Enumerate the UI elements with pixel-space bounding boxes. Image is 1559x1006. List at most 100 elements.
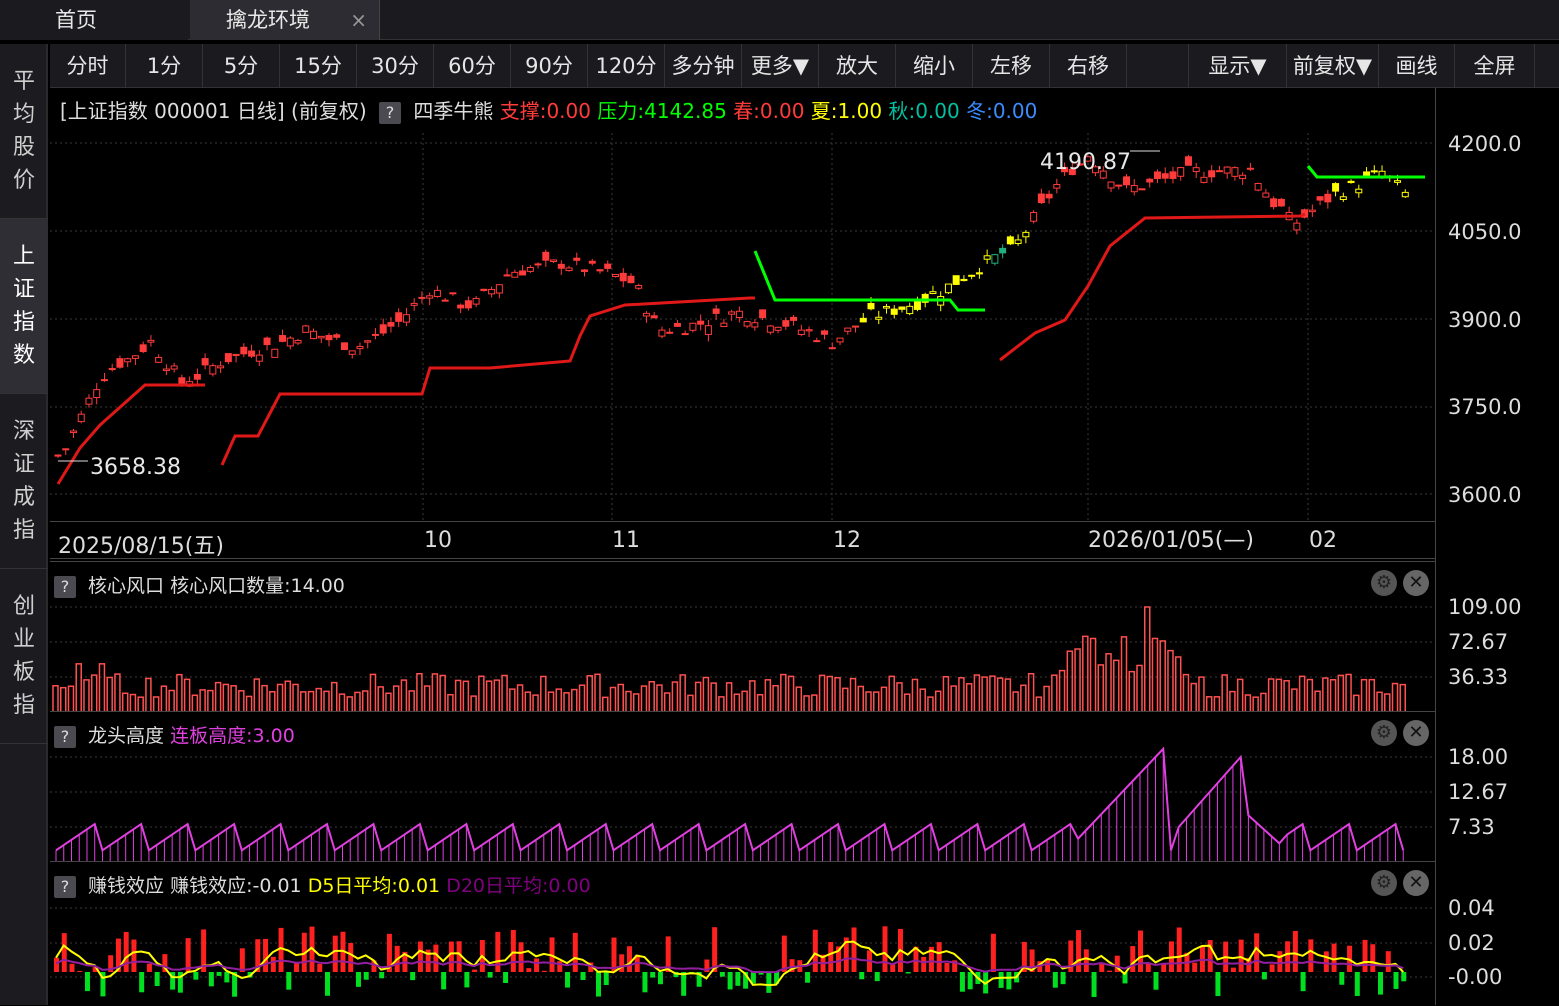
candle-body <box>1193 168 1199 172</box>
candle-body <box>853 326 859 327</box>
core-bar <box>1021 685 1026 712</box>
core-bar <box>223 684 228 712</box>
dragon-help-icon[interactable]: ? <box>54 726 76 748</box>
core-bar <box>796 687 801 712</box>
profit-bar <box>627 946 632 972</box>
candle-body <box>225 354 231 362</box>
core-bar <box>463 681 468 712</box>
tab-home[interactable]: 首页 <box>0 0 188 40</box>
toolbar-btn-10[interactable]: 放大 <box>819 44 896 88</box>
toolbar-btn-18[interactable]: 全屏 <box>1455 44 1535 88</box>
core-bar <box>53 686 58 712</box>
sidebar-item-sz-index[interactable]: 深证成指 <box>0 394 48 569</box>
core-bar <box>595 674 600 712</box>
candle-body <box>721 323 727 326</box>
dragon-gear-icon[interactable]: ⚙ <box>1371 720 1397 746</box>
toolbar-btn-8[interactable]: 多分钟 <box>665 44 742 88</box>
candle-body <box>101 380 107 381</box>
core-close-icon[interactable]: ✕ <box>1403 570 1429 596</box>
toolbar-btn-2[interactable]: 5分 <box>203 44 280 88</box>
core-bar <box>758 695 763 712</box>
candle-body <box>845 328 851 331</box>
core-gear-icon[interactable]: ⚙ <box>1371 570 1397 596</box>
close-tab-icon[interactable]: × <box>350 0 367 40</box>
candle-body <box>883 307 889 309</box>
core-bar <box>123 693 128 712</box>
candle-body <box>210 366 216 374</box>
candle-body <box>388 323 394 327</box>
sidebar-char: 创 <box>13 590 35 623</box>
toolbar-btn-17[interactable]: 画线 <box>1379 44 1455 88</box>
right-price-axis: 4200.0 4050.0 3900.0 3750.0 3600.0 109.0… <box>1435 88 1559 1005</box>
candle-body <box>465 301 471 308</box>
candle-body <box>868 304 874 309</box>
sidebar-char: 指 <box>13 306 35 339</box>
core-bar <box>580 685 585 712</box>
core-bar <box>479 676 484 712</box>
candle-body <box>1023 232 1029 236</box>
dragon-tick-18: 18.00 <box>1448 745 1508 769</box>
profit-gear-icon[interactable]: ⚙ <box>1371 870 1397 896</box>
core-bar <box>672 682 677 712</box>
core-bar <box>998 678 1003 712</box>
dragon-close-icon[interactable]: ✕ <box>1403 720 1429 746</box>
profit-bar <box>1262 972 1267 979</box>
candle-body <box>667 332 673 333</box>
toolbar-btn-13[interactable]: 右移 <box>1050 44 1127 88</box>
core-bar <box>1036 697 1041 712</box>
profit-bar <box>1386 951 1391 972</box>
core-bar <box>549 692 554 712</box>
sidebar-item-gem-index[interactable]: 创业板指 <box>0 569 48 744</box>
core-bar <box>1245 695 1250 712</box>
candle-body <box>241 347 247 354</box>
toolbar-btn-4[interactable]: 30分 <box>357 44 434 88</box>
core-tick-36: 36.33 <box>1448 665 1508 689</box>
core-bar <box>920 689 925 712</box>
toolbar-btn-7[interactable]: 120分 <box>588 44 665 88</box>
core-bar <box>99 664 104 712</box>
core-bar <box>812 695 817 712</box>
toolbar-btn-0[interactable]: 分时 <box>50 44 126 88</box>
security-title: [上证指数 000001 日线] (前复权) <box>60 99 367 123</box>
tab-qinlong-env[interactable]: 擒龙环境 × <box>190 0 380 40</box>
core-help-icon[interactable]: ? <box>54 576 76 598</box>
toolbar-btn-11[interactable]: 缩小 <box>896 44 973 88</box>
candle-body <box>659 330 665 336</box>
y-tick-4200: 4200.0 <box>1448 132 1521 156</box>
tab-bar: 首页 擒龙环境 × <box>0 0 1559 40</box>
core-bar <box>1214 697 1219 712</box>
toolbar-btn-9[interactable]: 更多▼ <box>742 44 819 88</box>
toolbar-btn-14[interactable] <box>1127 44 1189 88</box>
toolbar-btn-12[interactable]: 左移 <box>973 44 1050 88</box>
profit-bar <box>62 933 67 972</box>
profit-close-icon[interactable]: ✕ <box>1403 870 1429 896</box>
core-bar <box>401 680 406 712</box>
profit-bar <box>379 972 384 978</box>
candle-body <box>907 306 913 313</box>
sidebar-item-avg-price[interactable]: 平均股价 <box>0 44 48 219</box>
candle-body <box>914 301 920 309</box>
candle-body <box>442 300 448 301</box>
toolbar-btn-3[interactable]: 15分 <box>280 44 357 88</box>
core-bar <box>1400 685 1405 712</box>
profit-bar <box>906 972 911 973</box>
candle-body <box>574 258 580 260</box>
toolbar-btn-6[interactable]: 90分 <box>511 44 588 88</box>
date-label-dec: 12 <box>833 528 861 553</box>
help-icon[interactable]: ? <box>379 102 401 124</box>
core-bar <box>1331 680 1336 712</box>
core-bar <box>239 691 244 712</box>
sidebar-item-sh-index[interactable]: 上证指数 <box>0 219 48 394</box>
toolbar-btn-16[interactable]: 前复权▼ <box>1287 44 1379 88</box>
toolbar-btn-1[interactable]: 1分 <box>126 44 203 88</box>
profit-help-icon[interactable]: ? <box>54 876 76 898</box>
toolbar-btn-15[interactable]: 显示▼ <box>1189 44 1287 88</box>
profit-bar <box>1293 931 1298 972</box>
kline-chart[interactable]: 4190.873658.38 <box>50 88 1435 521</box>
candle-body <box>744 322 750 326</box>
profit-bar <box>77 971 82 972</box>
candle-body <box>822 331 828 334</box>
profit-bar <box>271 957 276 972</box>
toolbar-btn-5[interactable]: 60分 <box>434 44 511 88</box>
core-bar <box>510 689 515 712</box>
